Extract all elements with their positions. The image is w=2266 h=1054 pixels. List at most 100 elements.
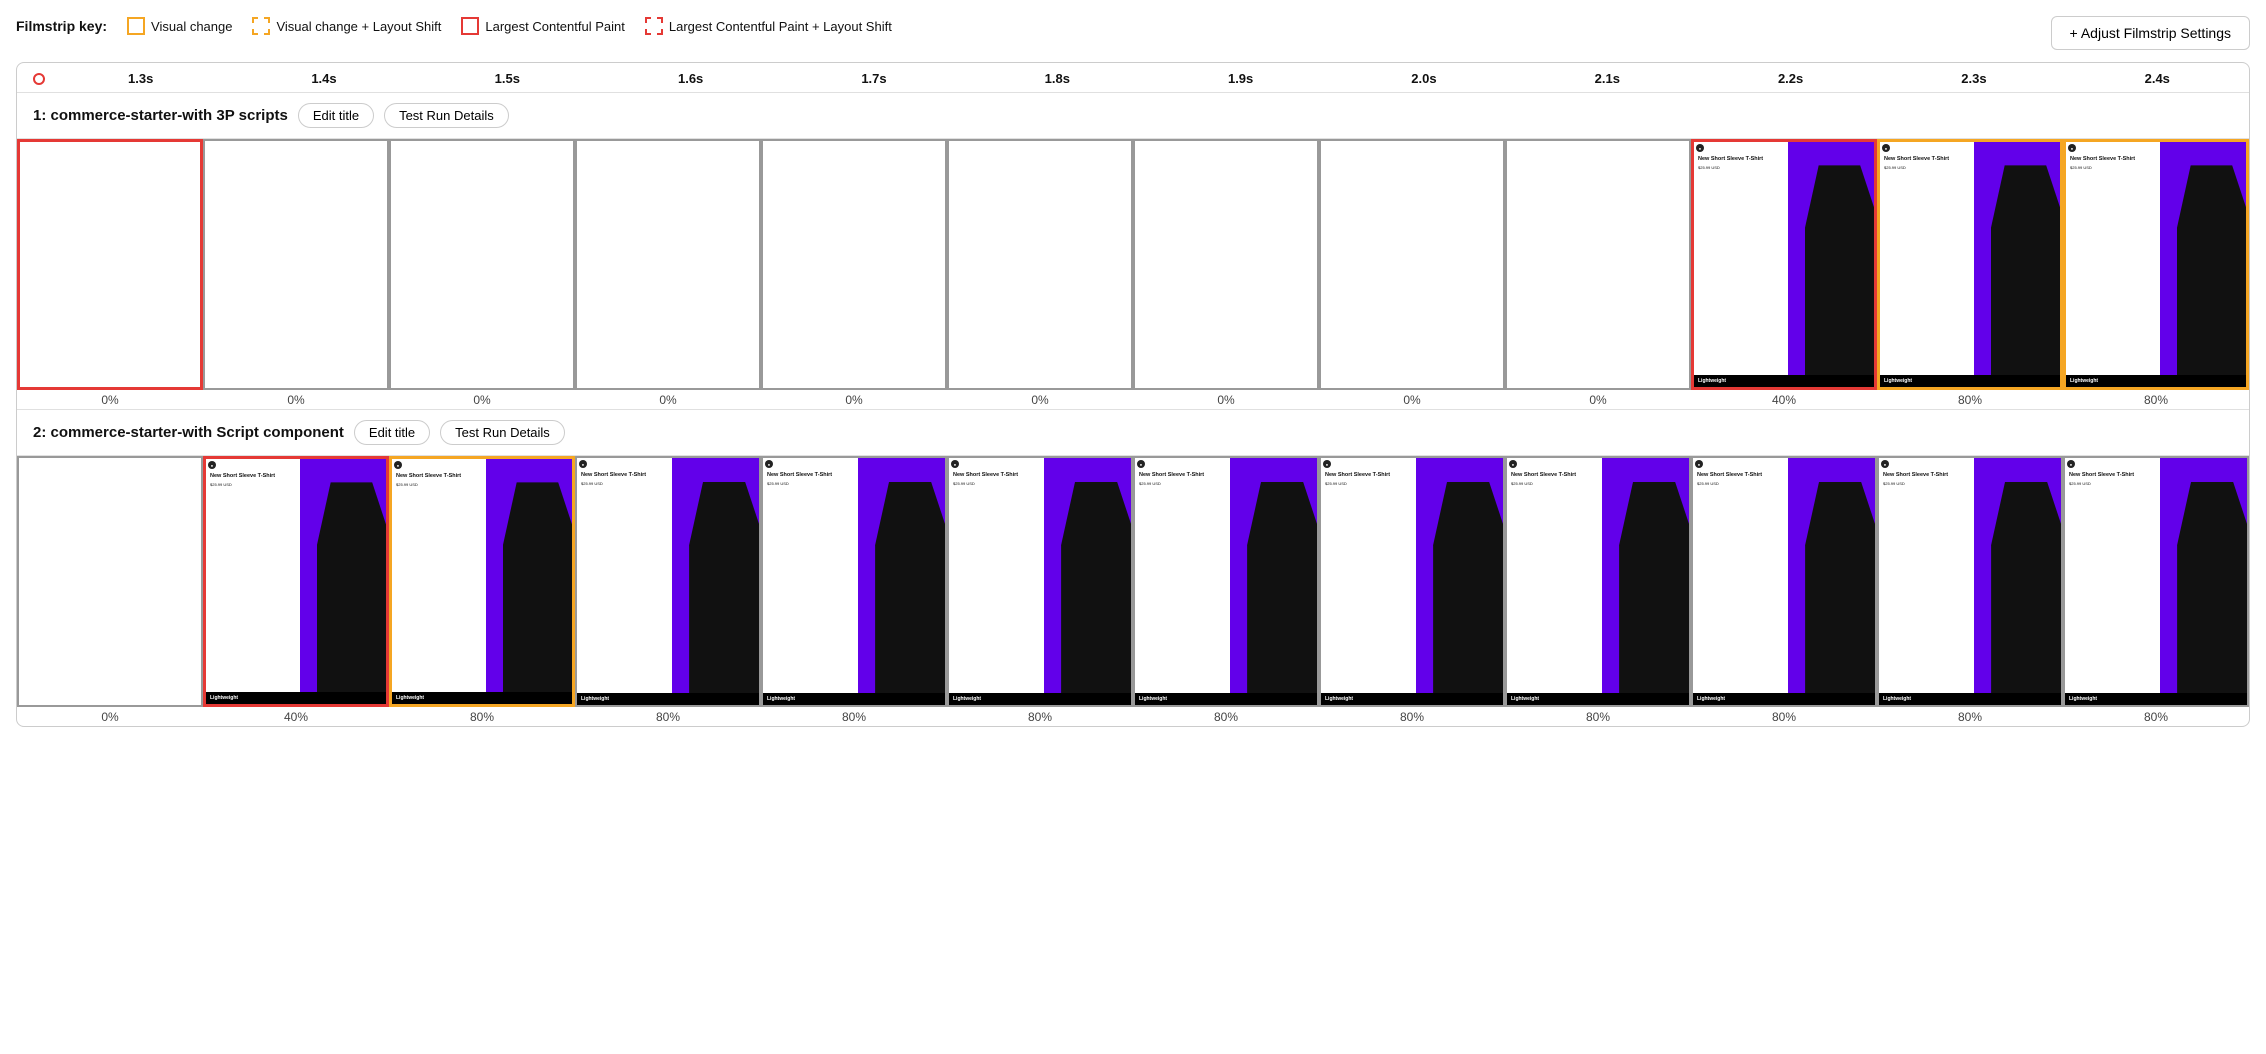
timeline-ticks: 1.3s1.4s1.5s1.6s1.7s1.8s1.9s2.0s2.1s2.2s… — [49, 71, 2249, 86]
film-thumb-1-10[interactable]: ●≡New Short Sleeve T-Shirt$25.99 USDLigh… — [1877, 456, 2063, 707]
film-pct-0-1: 0% — [287, 390, 304, 409]
key-label-lcp: Largest Contentful Paint — [485, 19, 624, 34]
frame-col-1-9: ●≡New Short Sleeve T-Shirt$25.99 USDLigh… — [1691, 456, 1877, 726]
timeline-tick-6: 1.9s — [1149, 71, 1332, 86]
key-box-visual-change-layout-shift — [252, 17, 270, 35]
timeline-tick-11: 2.4s — [2066, 71, 2249, 86]
frame-col-0-0: 0% — [17, 139, 203, 409]
key-item-visual-change: Visual change — [127, 17, 232, 35]
key-item-lcp: Largest Contentful Paint — [461, 17, 624, 35]
adjust-filmstrip-label: + Adjust Filmstrip Settings — [2070, 25, 2231, 41]
film-thumb-0-3[interactable] — [575, 139, 761, 390]
frame-col-0-10: ●≡New Short Sleeve T-Shirt$25.99 USDLigh… — [1877, 139, 2063, 409]
frame-col-0-7: 0% — [1319, 139, 1505, 409]
timeline-tick-3: 1.6s — [599, 71, 782, 86]
frame-col-0-11: ●≡New Short Sleeve T-Shirt$25.99 USDLigh… — [2063, 139, 2249, 409]
film-thumb-0-7[interactable] — [1319, 139, 1505, 390]
timeline-tick-0: 1.3s — [49, 71, 232, 86]
film-pct-0-10: 80% — [1958, 390, 1982, 409]
film-thumb-1-4[interactable]: ●≡New Short Sleeve T-Shirt$25.99 USDLigh… — [761, 456, 947, 707]
film-pct-0-5: 0% — [1031, 390, 1048, 409]
section1-header: 1: commerce-starter-with 3P scripts Edit… — [17, 93, 2249, 139]
frame-col-1-4: ●≡New Short Sleeve T-Shirt$25.99 USDLigh… — [761, 456, 947, 726]
key-item-lcp-layout-shift: Largest Contentful Paint + Layout Shift — [645, 17, 892, 35]
timeline-tick-10: 2.3s — [1882, 71, 2065, 86]
film-pct-0-11: 80% — [2144, 390, 2168, 409]
film-thumb-1-6[interactable]: ●≡New Short Sleeve T-Shirt$25.99 USDLigh… — [1133, 456, 1319, 707]
film-thumb-1-8[interactable]: ●≡New Short Sleeve T-Shirt$25.99 USDLigh… — [1505, 456, 1691, 707]
film-pct-0-8: 0% — [1589, 390, 1606, 409]
section2-header: 2: commerce-starter-with Script componen… — [17, 409, 2249, 456]
film-pct-1-11: 80% — [2144, 707, 2168, 726]
timeline-tick-5: 1.8s — [966, 71, 1149, 86]
film-thumb-1-9[interactable]: ●≡New Short Sleeve T-Shirt$25.99 USDLigh… — [1691, 456, 1877, 707]
film-thumb-1-11[interactable]: ●≡New Short Sleeve T-Shirt$25.99 USDLigh… — [2063, 456, 2249, 707]
frame-col-0-5: 0% — [947, 139, 1133, 409]
key-box-lcp — [461, 17, 479, 35]
filmstrip-key-label: Filmstrip key: — [16, 18, 107, 34]
film-thumb-0-0[interactable] — [17, 139, 203, 390]
frame-col-0-3: 0% — [575, 139, 761, 409]
section2-test-run-details-button[interactable]: Test Run Details — [440, 420, 565, 445]
film-pct-1-7: 80% — [1400, 707, 1424, 726]
film-thumb-1-1[interactable]: ●≡New Short Sleeve T-Shirt$25.99 USDLigh… — [203, 456, 389, 707]
key-box-lcp-layout-shift — [645, 17, 663, 35]
timeline-tick-4: 1.7s — [782, 71, 965, 86]
timeline-tick-9: 2.2s — [1699, 71, 1882, 86]
section2-edit-title-button[interactable]: Edit title — [354, 420, 430, 445]
film-thumb-0-4[interactable] — [761, 139, 947, 390]
film-pct-0-7: 0% — [1403, 390, 1420, 409]
film-thumb-0-1[interactable] — [203, 139, 389, 390]
film-pct-0-9: 40% — [1772, 390, 1796, 409]
frame-col-1-5: ●≡New Short Sleeve T-Shirt$25.99 USDLigh… — [947, 456, 1133, 726]
film-thumb-0-6[interactable] — [1133, 139, 1319, 390]
film-pct-1-4: 80% — [842, 707, 866, 726]
film-pct-0-0: 0% — [101, 390, 118, 409]
key-label-visual-change-layout-shift: Visual change + Layout Shift — [276, 19, 441, 34]
film-pct-1-5: 80% — [1028, 707, 1052, 726]
film-thumb-0-10[interactable]: ●≡New Short Sleeve T-Shirt$25.99 USDLigh… — [1877, 139, 2063, 390]
film-pct-0-3: 0% — [659, 390, 676, 409]
film-thumb-0-8[interactable] — [1505, 139, 1691, 390]
frame-col-0-4: 0% — [761, 139, 947, 409]
film-pct-1-8: 80% — [1586, 707, 1610, 726]
frame-col-0-9: ●≡New Short Sleeve T-Shirt$25.99 USDLigh… — [1691, 139, 1877, 409]
film-pct-0-4: 0% — [845, 390, 862, 409]
section2-title: 2: commerce-starter-with Script componen… — [33, 424, 344, 441]
film-thumb-1-0[interactable] — [17, 456, 203, 707]
film-thumb-1-3[interactable]: ●≡New Short Sleeve T-Shirt$25.99 USDLigh… — [575, 456, 761, 707]
frame-col-0-8: 0% — [1505, 139, 1691, 409]
film-pct-0-2: 0% — [473, 390, 490, 409]
frame-col-0-6: 0% — [1133, 139, 1319, 409]
section2-frames: 0%●≡New Short Sleeve T-Shirt$25.99 USDLi… — [17, 456, 2249, 726]
film-thumb-1-7[interactable]: ●≡New Short Sleeve T-Shirt$25.99 USDLigh… — [1319, 456, 1505, 707]
frame-col-1-10: ●≡New Short Sleeve T-Shirt$25.99 USDLigh… — [1877, 456, 2063, 726]
frame-col-1-11: ●≡New Short Sleeve T-Shirt$25.99 USDLigh… — [2063, 456, 2249, 726]
section1-test-run-details-button[interactable]: Test Run Details — [384, 103, 509, 128]
timeline-start-dot — [33, 73, 45, 85]
film-thumb-0-5[interactable] — [947, 139, 1133, 390]
key-box-visual-change — [127, 17, 145, 35]
film-pct-1-9: 80% — [1772, 707, 1796, 726]
section1-frames: 0% 0% 0% 0% 0% 0% 0% 0% 0% ●≡New Short Sleeve T-S… — [17, 139, 2249, 409]
frame-col-0-2: 0% — [389, 139, 575, 409]
frame-col-1-6: ●≡New Short Sleeve T-Shirt$25.99 USDLigh… — [1133, 456, 1319, 726]
film-thumb-0-11[interactable]: ●≡New Short Sleeve T-Shirt$25.99 USDLigh… — [2063, 139, 2249, 390]
timeline-tick-8: 2.1s — [1516, 71, 1699, 86]
section1-title: 1: commerce-starter-with 3P scripts — [33, 107, 288, 124]
film-pct-1-1: 40% — [284, 707, 308, 726]
frame-col-1-0: 0% — [17, 456, 203, 726]
section1-edit-title-button[interactable]: Edit title — [298, 103, 374, 128]
frame-col-1-1: ●≡New Short Sleeve T-Shirt$25.99 USDLigh… — [203, 456, 389, 726]
film-thumb-0-2[interactable] — [389, 139, 575, 390]
film-thumb-0-9[interactable]: ●≡New Short Sleeve T-Shirt$25.99 USDLigh… — [1691, 139, 1877, 390]
frame-col-1-2: ●≡New Short Sleeve T-Shirt$25.99 USDLigh… — [389, 456, 575, 726]
adjust-filmstrip-button[interactable]: + Adjust Filmstrip Settings — [2051, 16, 2250, 50]
film-thumb-1-2[interactable]: ●≡New Short Sleeve T-Shirt$25.99 USDLigh… — [389, 456, 575, 707]
frame-col-0-1: 0% — [203, 139, 389, 409]
key-label-lcp-layout-shift: Largest Contentful Paint + Layout Shift — [669, 19, 892, 34]
timeline-tick-1: 1.4s — [232, 71, 415, 86]
top-bar: Filmstrip key: Visual change Visual chan… — [16, 16, 2250, 50]
timeline-row: 1.3s1.4s1.5s1.6s1.7s1.8s1.9s2.0s2.1s2.2s… — [17, 63, 2249, 93]
film-thumb-1-5[interactable]: ●≡New Short Sleeve T-Shirt$25.99 USDLigh… — [947, 456, 1133, 707]
